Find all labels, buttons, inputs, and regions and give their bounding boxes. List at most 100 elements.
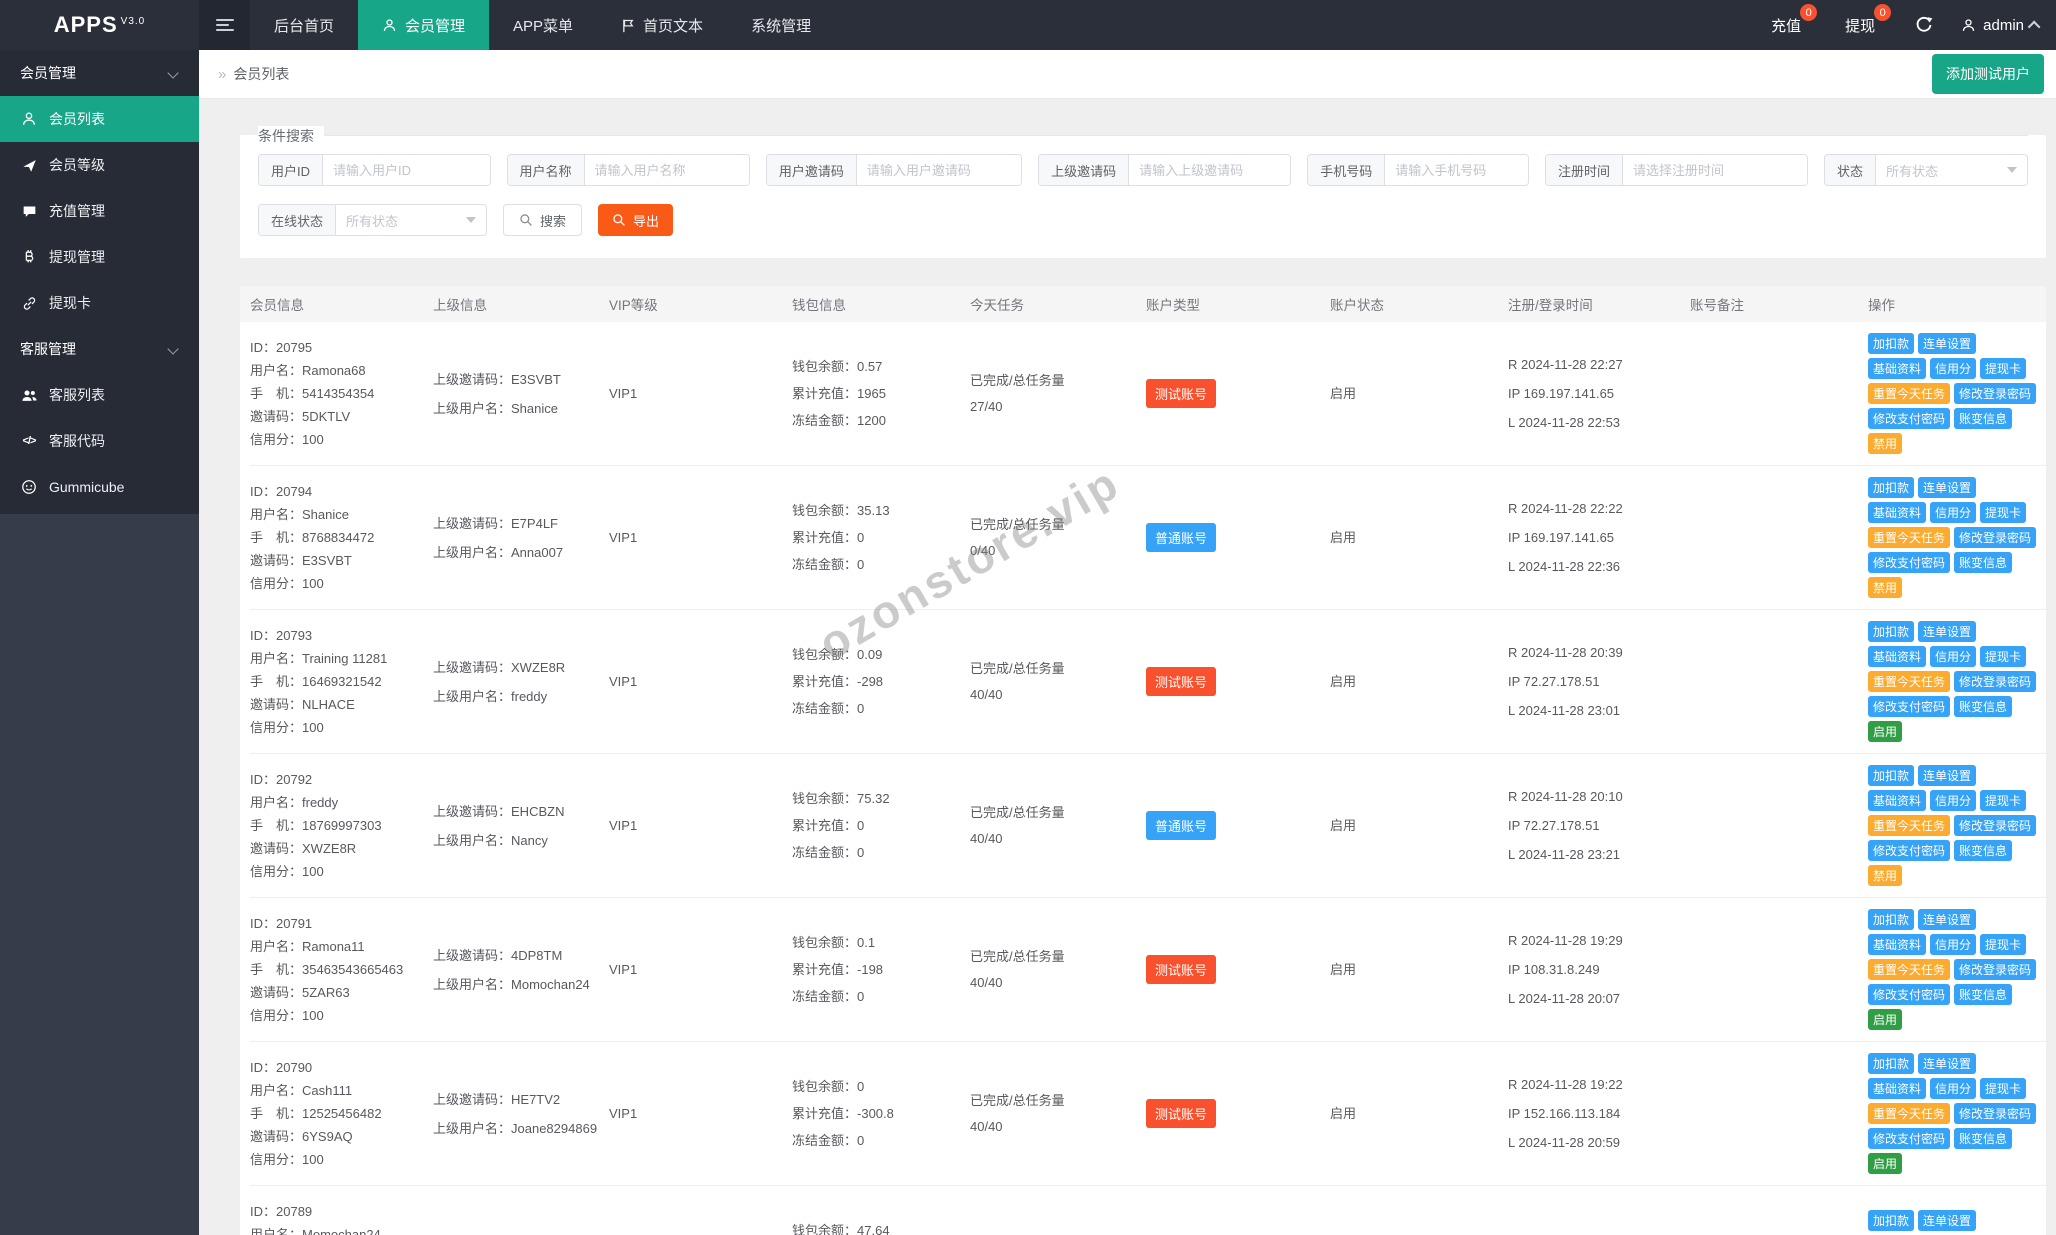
withdraw-notifications[interactable]: 提现 0	[1823, 0, 1897, 50]
action-button[interactable]: 修改登录密码	[1954, 671, 2036, 692]
action-button[interactable]: 加扣款	[1868, 621, 1914, 642]
action-button[interactable]: 修改登录密码	[1954, 1103, 2036, 1124]
action-button[interactable]: 连单设置	[1918, 1053, 1976, 1074]
action-button[interactable]: 账变信息	[1954, 984, 2012, 1005]
toggle-status-button[interactable]: 启用	[1868, 1009, 1902, 1030]
sidebar-item-gummicube[interactable]: Gummicube	[0, 464, 199, 510]
action-button[interactable]: 账变信息	[1954, 1128, 2012, 1149]
action-button[interactable]: 修改支付密码	[1868, 552, 1950, 573]
action-button[interactable]: 信用分	[1930, 358, 1976, 379]
member-id: 20790	[276, 1060, 312, 1075]
nav-item-dashboard[interactable]: 后台首页	[250, 0, 358, 50]
search-legend: 条件搜索	[258, 126, 324, 146]
action-button[interactable]: 基础资料	[1868, 646, 1926, 667]
action-button[interactable]: 重置今天任务	[1868, 671, 1950, 692]
account-type-cell: 普通账号	[1146, 754, 1330, 897]
action-button[interactable]: 基础资料	[1868, 934, 1926, 955]
sidebar-toggle-button[interactable]	[199, 0, 250, 50]
action-button[interactable]: 重置今天任务	[1868, 383, 1950, 404]
action-button[interactable]: 信用分	[1930, 502, 1976, 523]
action-button[interactable]: 账变信息	[1954, 552, 2012, 573]
nav-item-members[interactable]: 会员管理	[358, 0, 489, 50]
action-button[interactable]: 加扣款	[1868, 765, 1914, 786]
register-time-input[interactable]	[1623, 155, 1808, 185]
sidebar-item-member-list[interactable]: 会员列表	[0, 96, 199, 142]
action-button[interactable]: 信用分	[1930, 1078, 1976, 1099]
nav-item-home-text[interactable]: 首页文本	[597, 0, 727, 50]
action-button[interactable]: 账变信息	[1954, 840, 2012, 861]
action-button[interactable]: 账变信息	[1954, 696, 2012, 717]
sidebar-group-members[interactable]: 会员管理	[0, 50, 199, 96]
sidebar-item-member-level[interactable]: 会员等级	[0, 142, 199, 188]
action-button[interactable]: 修改登录密码	[1954, 527, 2036, 548]
recharge-notifications[interactable]: 充值 0	[1749, 0, 1823, 50]
action-button[interactable]: 加扣款	[1868, 1053, 1914, 1074]
action-button[interactable]: 提现卡	[1980, 934, 2026, 955]
action-button[interactable]: 修改支付密码	[1868, 408, 1950, 429]
action-button[interactable]: 连单设置	[1918, 765, 1976, 786]
action-button[interactable]: 提现卡	[1980, 790, 2026, 811]
action-button[interactable]: 重置今天任务	[1868, 527, 1950, 548]
action-button[interactable]: 基础资料	[1868, 1078, 1926, 1099]
action-button[interactable]: 账变信息	[1954, 408, 2012, 429]
action-button[interactable]: 修改登录密码	[1954, 959, 2036, 980]
action-button[interactable]: 连单设置	[1918, 1210, 1976, 1231]
nav-item-app-menu[interactable]: APP菜单	[489, 0, 597, 50]
user-id-input[interactable]	[323, 155, 491, 185]
admin-menu[interactable]: admin	[1951, 0, 2056, 50]
refresh-button[interactable]	[1897, 0, 1951, 50]
add-test-user-button[interactable]: 添加测试用户	[1932, 54, 2044, 94]
action-button[interactable]: 信用分	[1930, 646, 1976, 667]
action-button[interactable]: 修改支付密码	[1868, 1128, 1950, 1149]
action-button[interactable]: 信用分	[1930, 790, 1976, 811]
sidebar-item-support-list[interactable]: 客服列表	[0, 372, 199, 418]
export-button[interactable]: 导出	[598, 204, 673, 236]
action-button[interactable]: 基础资料	[1868, 358, 1926, 379]
nav-item-system[interactable]: 系统管理	[727, 0, 835, 50]
sidebar-item-withdraw-mgmt[interactable]: 提现管理	[0, 234, 199, 280]
action-button[interactable]: 加扣款	[1868, 1210, 1914, 1231]
action-button[interactable]: 修改登录密码	[1954, 815, 2036, 836]
action-button[interactable]: 提现卡	[1980, 1078, 2026, 1099]
search-button[interactable]: 搜索	[503, 204, 582, 236]
action-button[interactable]: 重置今天任务	[1868, 1103, 1950, 1124]
sidebar-item-withdraw-card[interactable]: 提现卡	[0, 280, 199, 326]
status-select[interactable]: 状态 所有状态	[1824, 154, 2028, 186]
remark-cell	[1690, 322, 1868, 465]
action-button[interactable]: 连单设置	[1918, 477, 1976, 498]
action-button[interactable]: 提现卡	[1980, 646, 2026, 667]
chevron-down-icon	[167, 343, 178, 354]
action-button[interactable]: 基础资料	[1868, 502, 1926, 523]
action-button[interactable]: 重置今天任务	[1868, 815, 1950, 836]
action-button[interactable]: 信用分	[1930, 934, 1976, 955]
user-name-input[interactable]	[585, 155, 750, 185]
action-button[interactable]: 连单设置	[1918, 621, 1976, 642]
action-button[interactable]: 修改支付密码	[1868, 696, 1950, 717]
action-button[interactable]: 加扣款	[1868, 333, 1914, 354]
action-button[interactable]: 修改支付密码	[1868, 840, 1950, 861]
action-button[interactable]: 重置今天任务	[1868, 959, 1950, 980]
phone-input[interactable]	[1385, 155, 1529, 185]
action-button[interactable]: 连单设置	[1918, 333, 1976, 354]
sidebar-item-support-code[interactable]: </> 客服代码	[0, 418, 199, 464]
action-button[interactable]: 加扣款	[1868, 909, 1914, 930]
sidebar-group-support[interactable]: 客服管理	[0, 326, 199, 372]
toggle-status-button[interactable]: 禁用	[1868, 865, 1902, 886]
online-status-select[interactable]: 在线状态 所有状态	[258, 204, 487, 236]
action-button[interactable]: 提现卡	[1980, 502, 2026, 523]
toggle-status-button[interactable]: 禁用	[1868, 577, 1902, 598]
action-button[interactable]: 基础资料	[1868, 790, 1926, 811]
toggle-status-button[interactable]: 启用	[1868, 1153, 1902, 1174]
toggle-status-button[interactable]: 禁用	[1868, 433, 1902, 454]
user-invite-input[interactable]	[857, 155, 1022, 185]
toggle-status-button[interactable]: 启用	[1868, 721, 1902, 742]
action-button[interactable]: 修改登录密码	[1954, 383, 2036, 404]
robot-icon	[20, 479, 38, 495]
parent-invite-input[interactable]	[1129, 155, 1291, 185]
action-button[interactable]: 连单设置	[1918, 909, 1976, 930]
action-button[interactable]: 修改支付密码	[1868, 984, 1950, 1005]
action-button[interactable]: 加扣款	[1868, 477, 1914, 498]
column-header: 账户类型	[1146, 294, 1330, 314]
sidebar-item-recharge-mgmt[interactable]: 充值管理	[0, 188, 199, 234]
action-button[interactable]: 提现卡	[1980, 358, 2026, 379]
